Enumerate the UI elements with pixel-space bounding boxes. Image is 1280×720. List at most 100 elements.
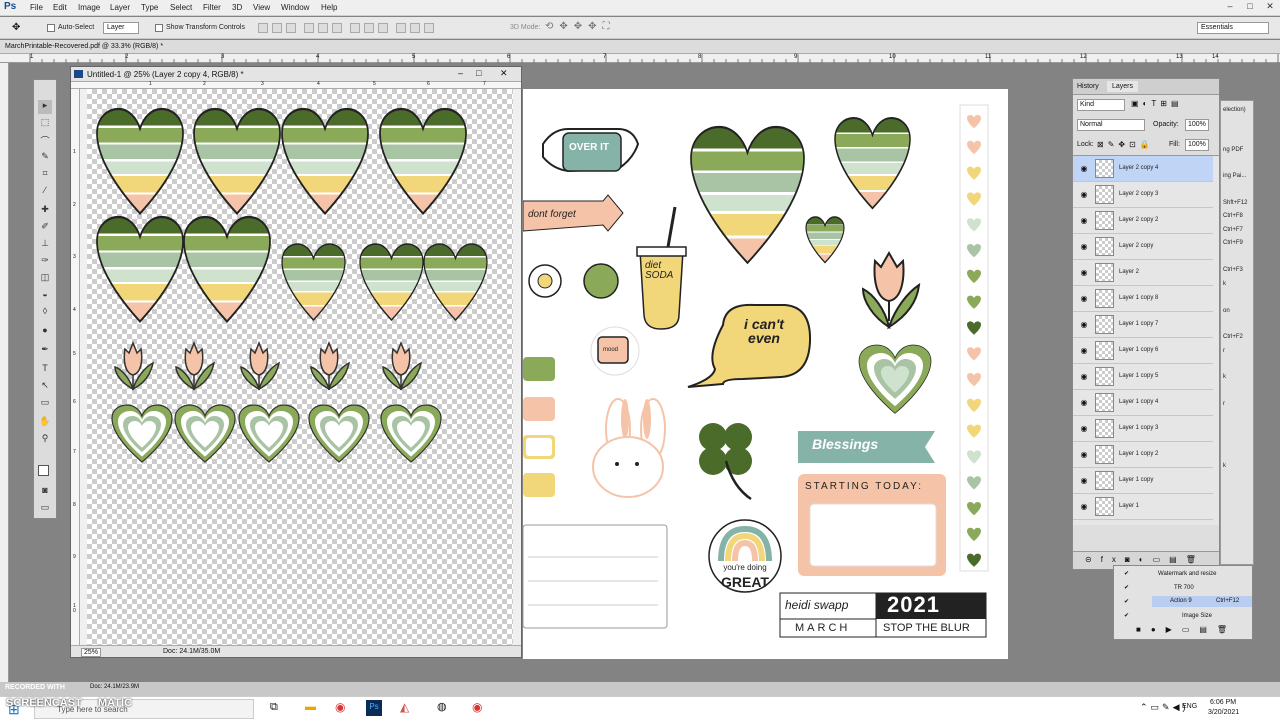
- align-bottom-icon[interactable]: [286, 23, 296, 33]
- layer-row[interactable]: ◉ Layer 2 copy 2: [1073, 208, 1213, 234]
- hand-tool-icon[interactable]: ✋: [38, 416, 52, 430]
- menu-file[interactable]: File: [30, 3, 43, 12]
- auto-select-dropdown[interactable]: Layer: [103, 22, 139, 34]
- layer-row[interactable]: ◉ Layer 1 copy: [1073, 468, 1213, 494]
- align-right-icon[interactable]: [332, 23, 342, 33]
- transform-controls-checkbox[interactable]: [155, 24, 163, 32]
- check-icon[interactable]: ✔: [1124, 570, 1129, 577]
- history-brush-icon[interactable]: ✑: [38, 255, 52, 269]
- check-icon[interactable]: ✔: [1124, 584, 1129, 591]
- window-close-icon[interactable]: ✕: [500, 68, 508, 79]
- visibility-eye-icon[interactable]: ◉: [1079, 450, 1089, 459]
- layer-row[interactable]: ◉ Layer 1 copy 7: [1073, 312, 1213, 338]
- zoom-level[interactable]: 25%: [81, 648, 102, 657]
- quick-select-tool-icon[interactable]: ✎: [38, 151, 52, 165]
- move-tool-icon[interactable]: ✥: [12, 22, 20, 33]
- brush-tool-icon[interactable]: ✐: [38, 221, 52, 235]
- menu-view[interactable]: View: [253, 3, 270, 12]
- visibility-eye-icon[interactable]: ◉: [1079, 320, 1089, 329]
- path-select-icon[interactable]: ↖: [38, 380, 52, 394]
- action-set[interactable]: Watermark and resize: [1158, 571, 1216, 577]
- language-indicator[interactable]: ENG: [1182, 703, 1197, 710]
- chrome-icon[interactable]: ◉: [335, 700, 345, 714]
- move-tool-icon[interactable]: ▸: [38, 100, 52, 114]
- menu-type[interactable]: Type: [141, 3, 158, 12]
- menu-3d[interactable]: 3D: [232, 3, 242, 12]
- shape-tool-icon[interactable]: ▭: [38, 397, 52, 411]
- document-tab[interactable]: MarchPrintable-Recovered.pdf @ 33.3% (RG…: [5, 43, 163, 50]
- marquee-tool-icon[interactable]: ⬚: [38, 117, 52, 131]
- crop-tool-icon[interactable]: ⌗: [38, 168, 52, 182]
- kind-filter[interactable]: Kind: [1077, 99, 1125, 111]
- screen-mode-icon[interactable]: ▭: [38, 502, 52, 516]
- visibility-eye-icon[interactable]: ◉: [1079, 424, 1089, 433]
- type-tool-icon[interactable]: T: [38, 363, 52, 377]
- close-icon[interactable]: ✕: [1263, 1, 1277, 13]
- action-step[interactable]: Image Size: [1182, 613, 1212, 619]
- visibility-eye-icon[interactable]: ◉: [1079, 372, 1089, 381]
- distribute-hcenter-icon[interactable]: [410, 23, 420, 33]
- task-view-icon[interactable]: ⧉: [270, 701, 278, 714]
- blur-tool-icon[interactable]: ◊: [38, 306, 52, 320]
- visibility-eye-icon[interactable]: ◉: [1079, 242, 1089, 251]
- selected-action[interactable]: Action 9 Ctrl+F12: [1152, 596, 1252, 607]
- action-controls[interactable]: ■●▶▭▤🗑: [1136, 625, 1237, 634]
- visibility-eye-icon[interactable]: ◉: [1079, 398, 1089, 407]
- check-icon[interactable]: ✔: [1124, 598, 1129, 605]
- distribute-top-icon[interactable]: [350, 23, 360, 33]
- minimize-icon[interactable]: –: [1223, 1, 1237, 13]
- maximize-icon[interactable]: □: [1243, 1, 1257, 13]
- app-icon[interactable]: ◭: [400, 700, 409, 714]
- file-explorer-icon[interactable]: ▬: [305, 701, 316, 713]
- lasso-tool-icon[interactable]: ⌒: [38, 134, 52, 148]
- layer-row[interactable]: ◉ Layer 1 copy 2: [1073, 442, 1213, 468]
- distribute-vcenter-icon[interactable]: [364, 23, 374, 33]
- photoshop-taskbar-icon[interactable]: Ps: [366, 700, 382, 716]
- auto-select-checkbox[interactable]: [47, 24, 55, 32]
- blend-mode-dropdown[interactable]: Normal: [1077, 119, 1145, 131]
- clock-date[interactable]: 3/20/2021: [1208, 709, 1239, 716]
- fill-input[interactable]: 100%: [1185, 139, 1209, 151]
- window-title[interactable]: Untitled-1 @ 25% (Layer 2 copy 4, RGB/8)…: [71, 67, 521, 82]
- app-icon[interactable]: ◉: [472, 700, 482, 714]
- visibility-eye-icon[interactable]: ◉: [1079, 346, 1089, 355]
- layer-row[interactable]: ◉ Layer 1 copy 8: [1073, 286, 1213, 312]
- visibility-eye-icon[interactable]: ◉: [1079, 268, 1089, 277]
- clock-time[interactable]: 6:06 PM: [1210, 699, 1236, 706]
- healing-tool-icon[interactable]: ✚: [38, 204, 52, 218]
- foreground-color-swatch[interactable]: [38, 465, 49, 476]
- layer-row[interactable]: ◉ Layer 1 copy 6: [1073, 338, 1213, 364]
- transparent-canvas[interactable]: [87, 89, 513, 645]
- layer-row[interactable]: ◉ Layer 1: [1073, 494, 1213, 520]
- layer-row[interactable]: ◉ Layer 2: [1073, 260, 1213, 286]
- 3d-mode-icons[interactable]: ⟲✥✥✥⛶: [545, 21, 616, 32]
- visibility-eye-icon[interactable]: ◉: [1079, 216, 1089, 225]
- quick-mask-icon[interactable]: ◙: [38, 485, 52, 499]
- distribute-right-icon[interactable]: [424, 23, 434, 33]
- filter-icons[interactable]: ▣◐T⊞▤: [1131, 99, 1183, 108]
- menu-image[interactable]: Image: [78, 3, 100, 12]
- window-minimize-icon[interactable]: –: [458, 68, 463, 78]
- printable-document[interactable]: OVER IT dont forget diet SODA mood i can…: [523, 89, 1008, 659]
- stamp-tool-icon[interactable]: ⊥: [38, 238, 52, 252]
- pen-tool-icon[interactable]: ✒: [38, 344, 52, 358]
- tab-history[interactable]: History: [1077, 83, 1099, 90]
- visibility-eye-icon[interactable]: ◉: [1079, 476, 1089, 485]
- align-left-icon[interactable]: [304, 23, 314, 33]
- layer-row[interactable]: ◉ Layer 2 copy: [1073, 234, 1213, 260]
- lock-icons[interactable]: ⊠✎✥⊡🔒: [1097, 140, 1154, 149]
- window-maximize-icon[interactable]: □: [476, 68, 481, 78]
- eraser-tool-icon[interactable]: ◫: [38, 272, 52, 286]
- distribute-bottom-icon[interactable]: [378, 23, 388, 33]
- menu-layer[interactable]: Layer: [110, 3, 130, 12]
- tab-layers[interactable]: Layers: [1107, 81, 1139, 92]
- menu-filter[interactable]: Filter: [203, 3, 221, 12]
- dodge-tool-icon[interactable]: ●: [38, 325, 52, 339]
- zoom-tool-icon[interactable]: ⚲: [38, 433, 52, 447]
- layer-row[interactable]: ◉ Layer 1 copy 4: [1073, 390, 1213, 416]
- layer-row[interactable]: ◉ Layer 2 copy 4: [1073, 156, 1213, 182]
- distribute-left-icon[interactable]: [396, 23, 406, 33]
- eyedropper-tool-icon[interactable]: ⁄: [38, 185, 52, 199]
- check-icon[interactable]: ✔: [1124, 612, 1129, 619]
- visibility-eye-icon[interactable]: ◉: [1079, 164, 1089, 173]
